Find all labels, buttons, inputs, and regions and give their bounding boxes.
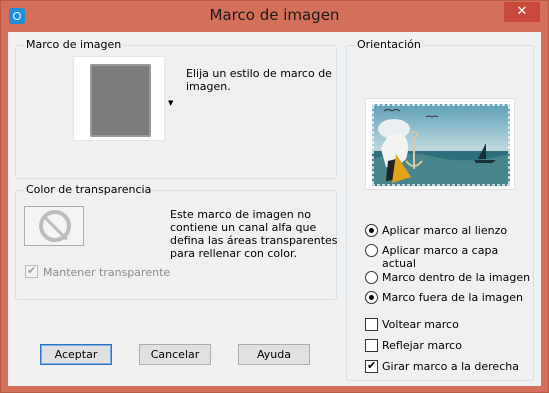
orientation-preview-image — [365, 98, 515, 190]
frame-outside-radio[interactable] — [365, 291, 378, 304]
preview-artwork — [370, 102, 512, 188]
mirror-frame-label: Reflejar marco — [382, 339, 462, 352]
frame-style-preview[interactable] — [73, 56, 165, 141]
title-bar[interactable]: Marco de imagen ✕ — [1, 1, 548, 31]
flip-frame-checkbox[interactable] — [365, 318, 378, 331]
transparency-color-swatch[interactable] — [24, 206, 84, 246]
apply-to-canvas-radio[interactable] — [365, 224, 378, 237]
cancel-button[interactable]: Cancelar — [139, 344, 211, 365]
accept-button[interactable]: Aceptar — [40, 344, 112, 365]
frame-inside-radio[interactable] — [365, 271, 378, 284]
window-title: Marco de imagen — [209, 6, 340, 24]
dialog-window: Marco de imagen ✕ Marco de imagen ▼ Elij… — [0, 0, 549, 393]
frame-group: Marco de imagen ▼ Elija un estilo de mar… — [15, 38, 337, 179]
apply-to-layer-label: Aplicar marco a capa actual — [382, 244, 499, 270]
help-button[interactable]: Ayuda — [238, 344, 310, 365]
orientation-group-title: Orientación — [355, 38, 423, 51]
dropdown-arrow-icon[interactable]: ▼ — [168, 99, 173, 107]
orientation-group: Orientación Aplicar marco al lienzo Apli… — [346, 38, 534, 381]
dialog-body: Marco de imagen ▼ Elija un estilo de mar… — [8, 32, 541, 386]
frame-group-title: Marco de imagen — [24, 38, 124, 51]
apply-to-canvas-label: Aplicar marco al lienzo — [382, 224, 508, 237]
mirror-frame-checkbox[interactable] — [365, 339, 378, 352]
frame-outside-label: Marco fuera de la imagen — [382, 291, 523, 304]
apply-to-layer-radio[interactable] — [365, 244, 378, 257]
transparency-group: Color de transparencia Este marco de ima… — [15, 183, 338, 300]
transparency-group-title: Color de transparencia — [24, 183, 154, 196]
transparency-message: Este marco de imagen no contiene un cana… — [170, 208, 338, 260]
frame-inside-label: Marco dentro de la imagen — [382, 271, 531, 284]
frame-description: Elija un estilo de marco de imagen. — [186, 67, 332, 93]
rotate-right-label: Girar marco a la derecha — [382, 360, 519, 373]
no-entry-icon — [39, 210, 71, 242]
flip-frame-label: Voltear marco — [382, 318, 459, 331]
close-button[interactable]: ✕ — [504, 2, 540, 22]
keep-transparent-label: Mantener transparente — [43, 266, 171, 279]
keep-transparent-checkbox[interactable] — [25, 264, 38, 278]
frame-thumbnail — [90, 64, 151, 137]
rotate-right-checkbox[interactable] — [365, 359, 378, 373]
